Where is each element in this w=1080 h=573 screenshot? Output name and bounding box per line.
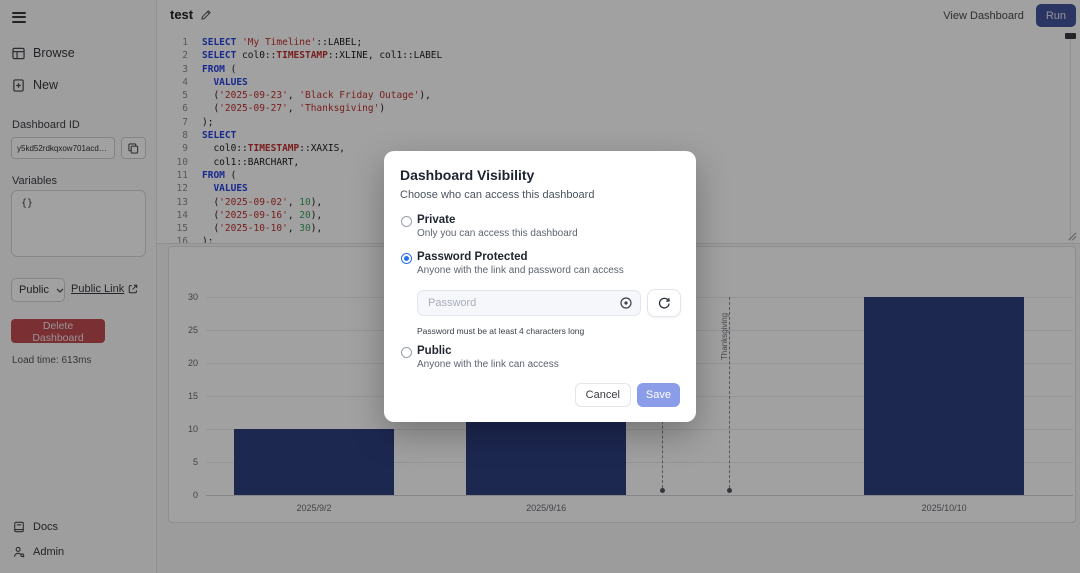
refresh-icon	[657, 296, 671, 310]
radio-public-desc: Anyone with the link can access	[417, 359, 559, 370]
radio-password-protected[interactable]	[401, 253, 412, 264]
dashboard-visibility-modal: Dashboard Visibility Choose who can acce…	[384, 151, 696, 422]
modal-subtitle: Choose who can access this dashboard	[400, 189, 594, 201]
generate-password-button[interactable]	[647, 289, 681, 317]
radio-password-protected-desc: Anyone with the link and password can ac…	[417, 265, 624, 276]
cancel-button[interactable]: Cancel	[575, 383, 631, 407]
radio-private-label[interactable]: Private	[417, 214, 455, 226]
radio-password-protected-label[interactable]: Password Protected	[417, 251, 528, 263]
password-input[interactable]	[417, 290, 641, 316]
modal-title: Dashboard Visibility	[400, 167, 534, 183]
radio-public-label[interactable]: Public	[417, 345, 452, 357]
show-password-eye-icon[interactable]	[619, 296, 633, 310]
radio-private[interactable]	[401, 216, 412, 227]
radio-public[interactable]	[401, 347, 412, 358]
password-hint: Password must be at least 4 characters l…	[417, 326, 584, 336]
save-button[interactable]: Save	[637, 383, 680, 407]
radio-private-desc: Only you can access this dashboard	[417, 228, 578, 239]
app: Browse New Dashboard ID Variables	[0, 0, 1080, 573]
